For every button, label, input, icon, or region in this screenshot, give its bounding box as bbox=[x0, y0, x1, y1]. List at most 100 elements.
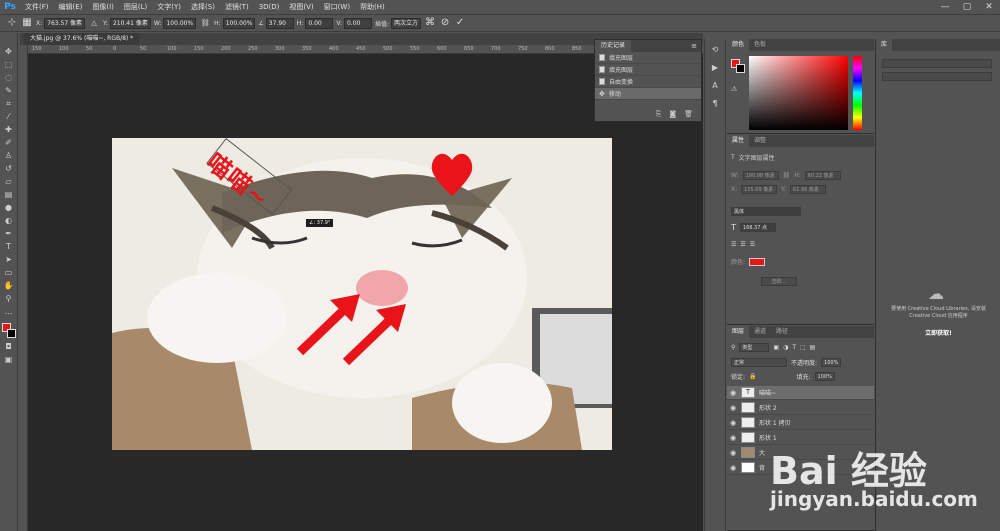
eraser-tool-icon[interactable]: ▱ bbox=[2, 177, 16, 187]
warp-icon[interactable]: ⌘ bbox=[424, 17, 436, 29]
filter-adjust-icon[interactable]: ◑ bbox=[783, 344, 788, 351]
w-input[interactable]: 190.98 像素 bbox=[742, 171, 779, 180]
visibility-eye-icon[interactable]: ◉ bbox=[727, 404, 739, 412]
path-select-tool-icon[interactable]: ➤ bbox=[2, 255, 16, 265]
paragraph-icon[interactable]: ¶ bbox=[708, 99, 722, 109]
menu-3d[interactable]: 3D(D) bbox=[254, 0, 285, 14]
gradient-tool-icon[interactable]: ▤ bbox=[2, 190, 16, 200]
close-button[interactable]: ✕ bbox=[978, 0, 1000, 14]
layer-filter-select[interactable]: 类型 bbox=[739, 343, 770, 352]
x-input[interactable]: 105.09 像素 bbox=[741, 185, 778, 194]
menu-image[interactable]: 图像(I) bbox=[87, 0, 119, 14]
quick-mask-icon[interactable]: ◘ bbox=[2, 342, 16, 352]
tab-color[interactable]: 颜色 bbox=[727, 39, 750, 51]
font-size-input[interactable]: 168.37 点 bbox=[739, 223, 776, 232]
tab-swatches[interactable]: 色板 bbox=[749, 39, 771, 51]
eyedropper-tool-icon[interactable]: ⁄ bbox=[2, 112, 16, 122]
stamp-tool-icon[interactable]: ♙ bbox=[2, 151, 16, 161]
minimize-button[interactable]: — bbox=[934, 0, 956, 14]
hand-tool-icon[interactable]: ✋ bbox=[2, 281, 16, 291]
tab-layers[interactable]: 图层 bbox=[727, 326, 750, 338]
blend-mode-select[interactable]: 正常 bbox=[731, 358, 787, 367]
panel-menu-icon[interactable]: ≡ bbox=[691, 42, 697, 50]
menu-type[interactable]: 文字(Y) bbox=[152, 0, 186, 14]
tab-channels[interactable]: 通道 bbox=[749, 326, 771, 338]
tab-adjustments[interactable]: 调整 bbox=[749, 135, 771, 147]
filter-pixel-icon[interactable]: ▣ bbox=[773, 344, 779, 351]
menu-select[interactable]: 选择(S) bbox=[186, 0, 220, 14]
height-input[interactable]: 100.00% bbox=[222, 17, 256, 29]
align-center-icon[interactable]: ☰ bbox=[740, 241, 745, 248]
hue-slider[interactable] bbox=[853, 56, 862, 130]
angle-input[interactable]: 37.90 bbox=[265, 17, 294, 29]
visibility-eye-icon[interactable]: ◉ bbox=[727, 449, 739, 457]
library-select[interactable] bbox=[882, 59, 992, 68]
hskew-input[interactable]: 0.00 bbox=[305, 17, 334, 29]
fg-bg-swatch[interactable] bbox=[731, 59, 745, 73]
lasso-tool-icon[interactable]: ◌ bbox=[2, 73, 16, 83]
healing-tool-icon[interactable]: ✚ bbox=[2, 125, 16, 135]
menu-filter[interactable]: 滤镜(T) bbox=[220, 0, 254, 14]
color-picker-field[interactable] bbox=[749, 56, 848, 130]
cat-photo[interactable] bbox=[112, 138, 612, 450]
fill-input[interactable]: 100% bbox=[814, 372, 835, 381]
document-tab[interactable]: 大猫.jpg @ 37.6% (喵喵~, RGB/8) * bbox=[24, 33, 140, 45]
text-color-swatch[interactable] bbox=[749, 257, 766, 266]
zoom-tool-icon[interactable]: ⚲ bbox=[2, 294, 16, 304]
transform-tool-icon[interactable]: ⊹ bbox=[6, 17, 18, 29]
pen-tool-icon[interactable]: ✒ bbox=[2, 229, 16, 239]
dodge-tool-icon[interactable]: ◐ bbox=[2, 216, 16, 226]
library-search-input[interactable] bbox=[882, 72, 992, 81]
history-item[interactable]: 填充图层 bbox=[595, 64, 701, 76]
history-icon[interactable]: ⟲ bbox=[708, 45, 722, 55]
menu-edit[interactable]: 编辑(E) bbox=[54, 0, 88, 14]
actions-icon[interactable]: ▶ bbox=[708, 63, 722, 73]
visibility-eye-icon[interactable]: ◉ bbox=[727, 464, 739, 472]
align-right-icon[interactable]: ☰ bbox=[750, 241, 755, 248]
history-item-active[interactable]: ✥ 移动 bbox=[595, 88, 701, 100]
character-icon[interactable]: A bbox=[708, 81, 722, 91]
lock-icon[interactable]: 🔒 bbox=[749, 373, 756, 380]
filter-type-icon[interactable]: T bbox=[792, 344, 796, 351]
filter-smart-icon[interactable]: ▤ bbox=[810, 344, 816, 351]
more-tools-icon[interactable]: … bbox=[2, 307, 16, 317]
y-input[interactable]: 210.41 像素 bbox=[109, 17, 151, 29]
tab-paths[interactable]: 路径 bbox=[771, 326, 793, 338]
bg-swatch[interactable] bbox=[736, 64, 745, 73]
commit-transform-icon[interactable]: ✓ bbox=[454, 17, 466, 29]
reference-point-icon[interactable]: ▦ bbox=[21, 17, 33, 29]
visibility-eye-icon[interactable]: ◉ bbox=[727, 434, 739, 442]
type-tool-icon[interactable]: T bbox=[2, 242, 16, 252]
brush-tool-icon[interactable]: ✐ bbox=[2, 138, 16, 148]
x-input[interactable]: 763.57 像素 bbox=[44, 17, 86, 29]
link-icon[interactable]: ⛓ bbox=[199, 17, 211, 29]
get-app-link[interactable]: 立即获取! bbox=[882, 328, 995, 337]
select-button[interactable]: 选取... bbox=[761, 277, 797, 286]
link-icon[interactable]: ⛓ bbox=[783, 172, 791, 179]
menu-file[interactable]: 文件(F) bbox=[20, 0, 54, 14]
history-brush-tool-icon[interactable]: ↺ bbox=[2, 164, 16, 174]
menu-layer[interactable]: 图层(L) bbox=[119, 0, 152, 14]
blur-tool-icon[interactable]: ● bbox=[2, 203, 16, 213]
cancel-transform-icon[interactable]: ⊘ bbox=[439, 17, 451, 29]
menu-help[interactable]: 帮助(H) bbox=[355, 0, 390, 14]
font-family-select[interactable]: 黑体 bbox=[731, 207, 801, 216]
align-left-icon[interactable]: ☰ bbox=[731, 241, 736, 248]
layer-row[interactable]: ◉ 形状 2 bbox=[727, 401, 874, 415]
history-item[interactable]: 自由变换 bbox=[595, 76, 701, 88]
quick-select-tool-icon[interactable]: ✎ bbox=[2, 86, 16, 96]
tab-libraries[interactable]: 库 bbox=[876, 39, 893, 51]
move-tool-icon[interactable]: ✥ bbox=[2, 47, 16, 57]
h-input[interactable]: 60.22 像素 bbox=[804, 171, 841, 180]
vskew-input[interactable]: 0.00 bbox=[343, 17, 372, 29]
width-input[interactable]: 100.00% bbox=[163, 17, 197, 29]
background-color[interactable] bbox=[6, 329, 16, 338]
trash-icon[interactable]: 🗑 bbox=[684, 110, 693, 119]
layer-row[interactable]: ◉ T 喵喵~ bbox=[727, 386, 874, 400]
new-document-from-state-icon[interactable]: ⎘ bbox=[656, 110, 662, 119]
history-panel-title[interactable]: 历史记录 bbox=[595, 40, 632, 52]
tab-properties[interactable]: 属性 bbox=[727, 135, 750, 147]
y-input[interactable]: 61.96 像素 bbox=[790, 185, 827, 194]
crop-tool-icon[interactable]: ⌗ bbox=[2, 99, 16, 109]
menu-window[interactable]: 窗口(W) bbox=[319, 0, 355, 14]
